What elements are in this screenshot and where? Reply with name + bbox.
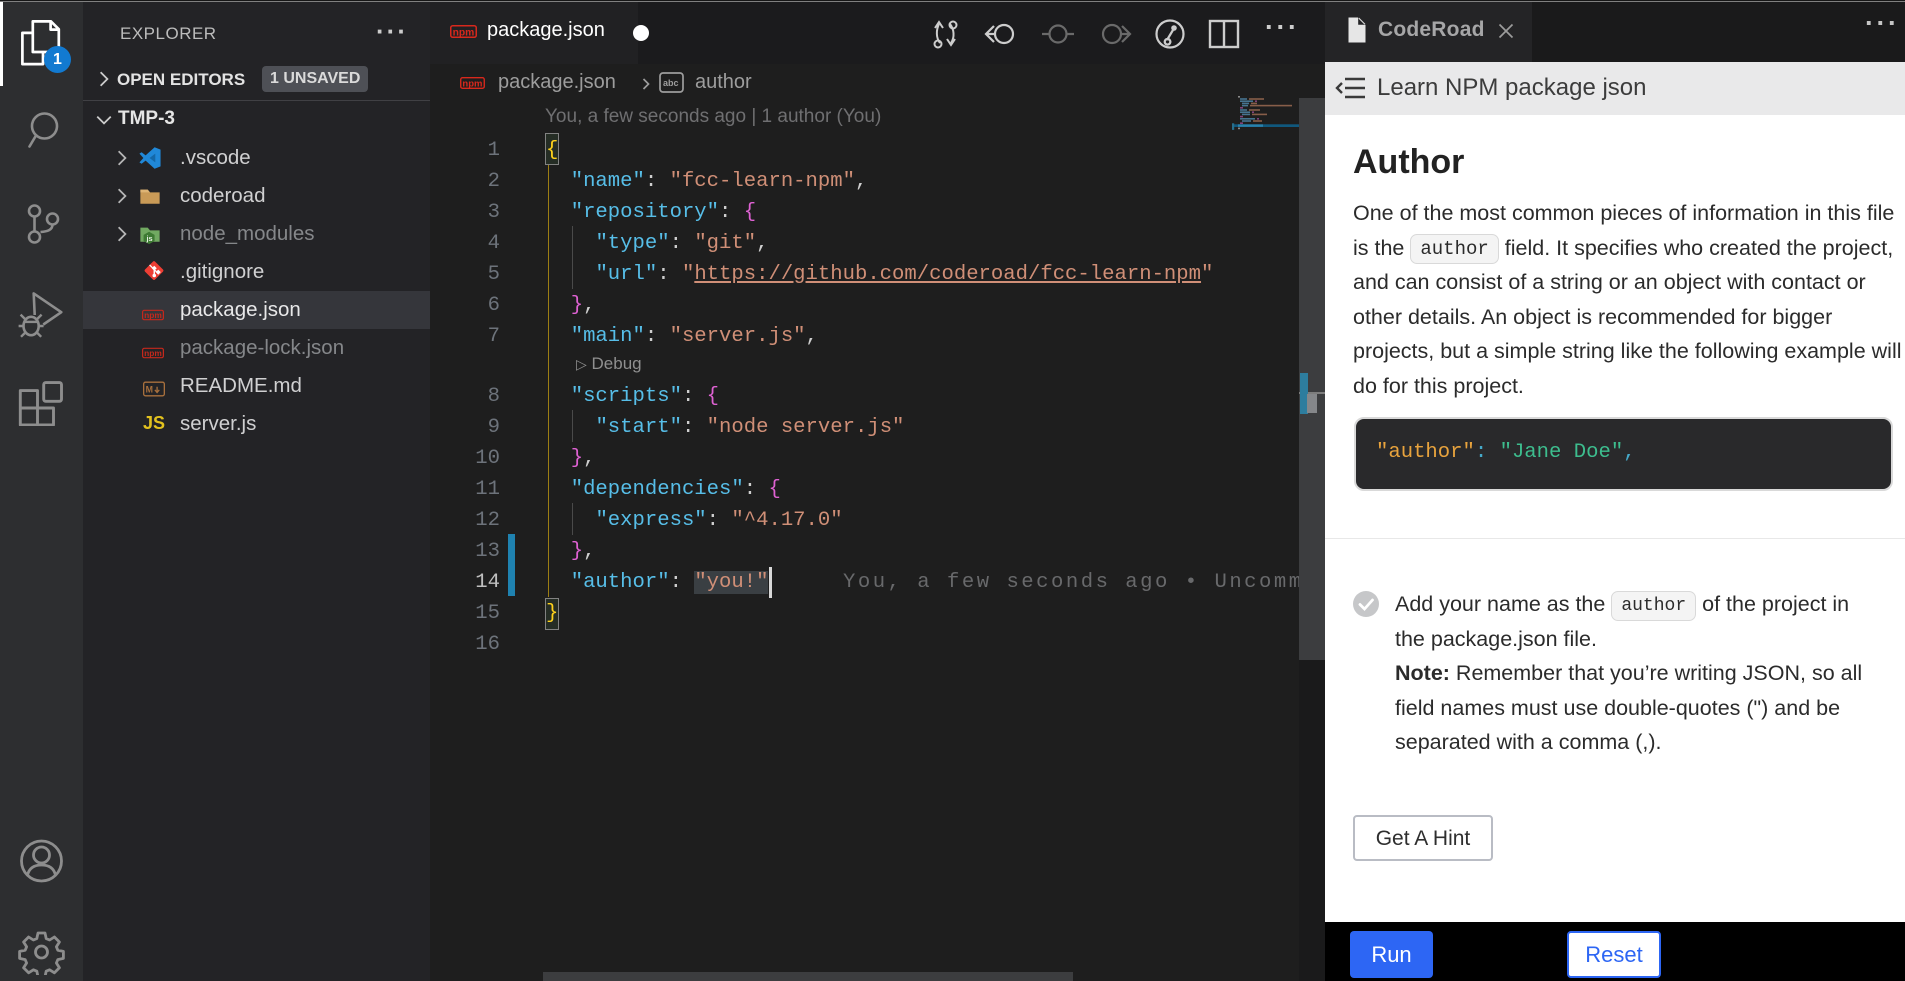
svg-text:npm: npm [453,27,475,38]
svg-text:npm: npm [144,310,162,320]
svg-text:npm: npm [144,348,162,358]
svg-text:js: js [146,234,153,243]
svg-text:M: M [146,385,153,395]
svg-text:npm: npm [462,79,482,89]
svg-text:abc: abc [663,78,679,88]
